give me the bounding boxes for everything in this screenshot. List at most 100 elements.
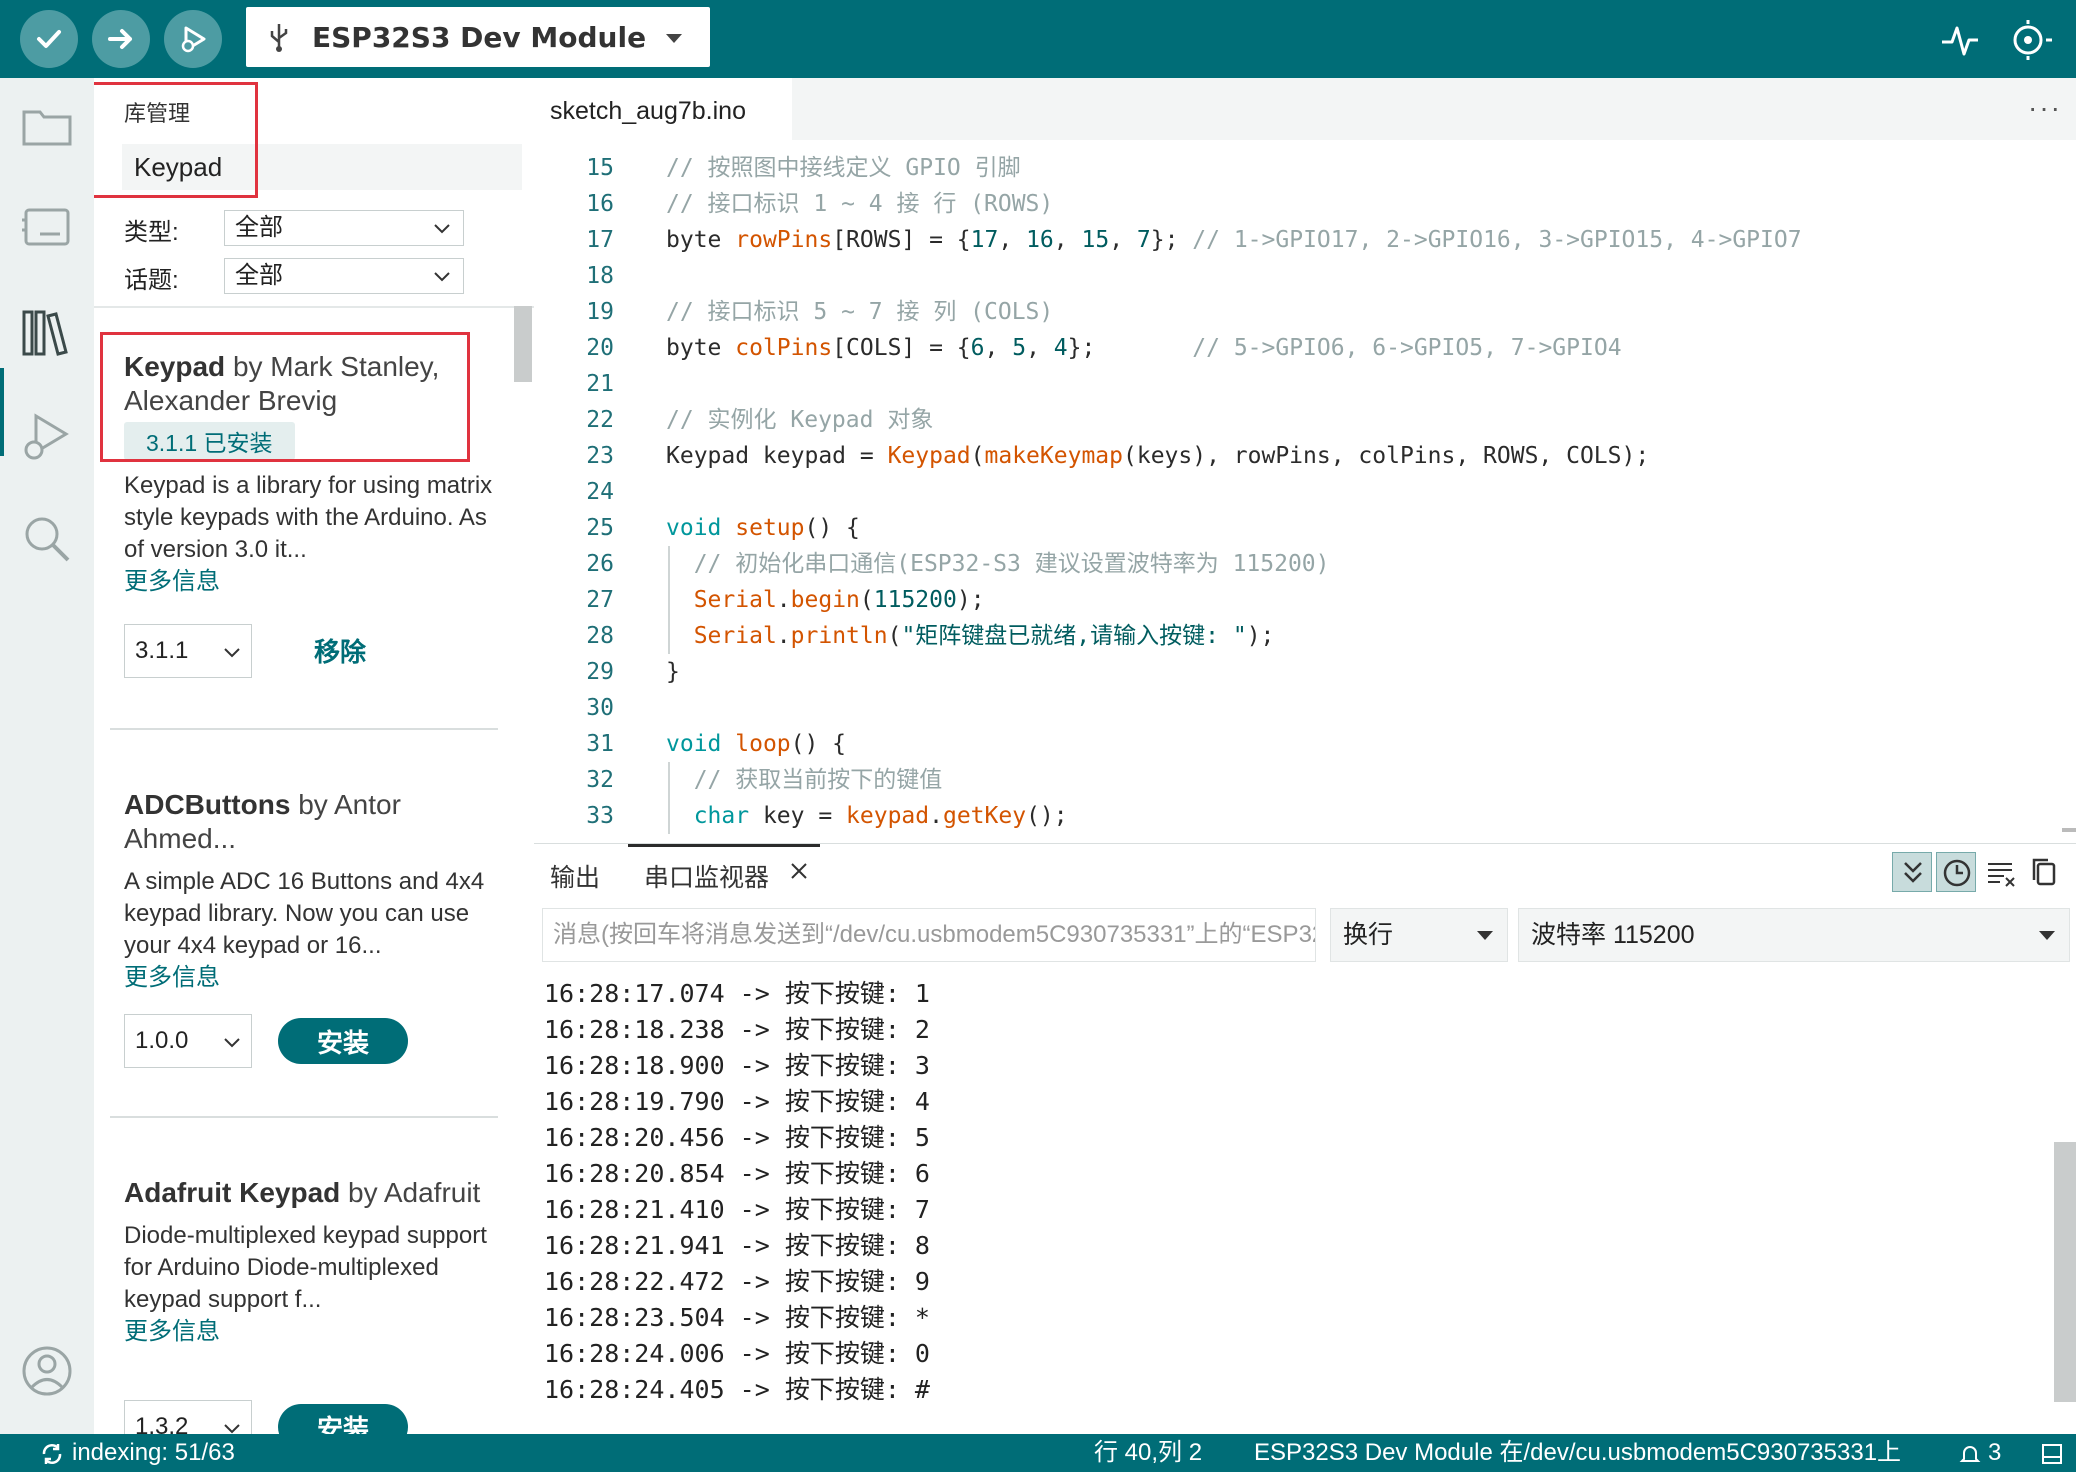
bottom-tabs: 输出 串口监视器 [534, 844, 2076, 894]
install-button[interactable]: 安装 [278, 1018, 408, 1064]
type-filter-label: 类型: [124, 219, 179, 246]
code-text: } [666, 659, 680, 685]
type-filter-select[interactable]: 全部 [224, 210, 464, 246]
top-toolbar: ESP32S3 Dev Module [0, 0, 2076, 78]
version-select[interactable]: 3.1.1 [124, 624, 252, 678]
editor-scrollbar[interactable] [2062, 828, 2076, 832]
line-number: 15 [586, 155, 614, 181]
notification-count: 3 [1988, 1439, 2002, 1466]
remove-button[interactable]: 移除 [314, 632, 366, 669]
line-number: 32 [586, 767, 614, 793]
board-port-status[interactable]: ESP32S3 Dev Module 在/dev/cu.usbmodem5C93… [1254, 1434, 1901, 1472]
more-icon[interactable]: ··· [2028, 92, 2062, 124]
bottom-panel: 输出 串口监视器 消息(按回车将消息发送到“/dev/cu.usbmodem5C… [534, 843, 2076, 1434]
version-value: 1.0.0 [135, 1027, 189, 1054]
autoscroll-toggle[interactable] [1892, 852, 1932, 892]
line-number: 30 [586, 695, 614, 721]
board-selector[interactable]: ESP32S3 Dev Module [246, 7, 710, 67]
code-area[interactable]: 15 // 按照图中接线定义 GPIO 引脚 16 // 接口标识 1 ~ 4 接 行… [534, 150, 2076, 840]
version-value: 3.1.1 [135, 637, 189, 664]
serial-plotter-icon[interactable] [1940, 20, 1980, 60]
close-icon[interactable] [790, 862, 808, 880]
line-number: 28 [586, 623, 614, 649]
line-ending-value: 换行 [1343, 921, 1394, 949]
account-icon[interactable] [18, 1342, 76, 1400]
chevron-down-icon [434, 272, 450, 282]
cursor-position[interactable]: 行 40,列 2 [1094, 1434, 1202, 1472]
line-number: 27 [586, 587, 614, 613]
tab-serial-monitor[interactable]: 串口监视器 [644, 858, 769, 894]
serial-line: 16:28:19.790 -> 按下按键: 4 [544, 1087, 930, 1116]
chevron-down-icon [2039, 931, 2055, 940]
upload-button[interactable] [92, 10, 150, 68]
debug-play-icon [181, 26, 206, 53]
library-scrollbar[interactable] [514, 306, 532, 382]
code-text: void loop() { [666, 731, 847, 757]
editor-tab-bar: sketch_aug7b.ino ··· [534, 78, 2076, 140]
line-number: 17 [586, 227, 614, 253]
more-info-link[interactable]: 更多信息 [124, 566, 504, 598]
serial-line: 16:28:17.074 -> 按下按键: 1 [544, 979, 930, 1008]
line-number: 26 [586, 551, 614, 577]
panel-divider [94, 306, 534, 308]
library-item-author: by Adafruit [348, 1177, 481, 1208]
indexing-status: indexing: 51/63 [72, 1439, 235, 1466]
notification-bell-icon[interactable] [1958, 1442, 1982, 1466]
line-number: 24 [586, 479, 614, 505]
version-select[interactable]: 1.3.2 [124, 1400, 252, 1434]
code-editor: sketch_aug7b.ino ··· 15 // 按照图中接线定义 GPIO … [534, 78, 2076, 843]
folder-icon[interactable] [18, 98, 76, 156]
serial-scrollbar[interactable] [2054, 1142, 2076, 1402]
panel-toggle-icon[interactable] [2040, 1442, 2064, 1466]
library-item-adcbuttons: ADCButtons by Antor Ahmed... A simple AD… [124, 788, 504, 994]
search-icon[interactable] [18, 510, 76, 568]
verify-button[interactable] [20, 10, 78, 68]
arrow-right-icon [108, 29, 132, 49]
install-button[interactable]: 安装 [278, 1404, 408, 1434]
line-ending-select[interactable]: 换行 [1330, 908, 1508, 962]
serial-message-input[interactable]: 消息(按回车将消息发送到“/dev/cu.usbmodem5C930735331… [542, 908, 1316, 962]
library-item-name: ADCButtons [124, 789, 291, 820]
chevron-down-icon [224, 648, 240, 658]
library-item-name: Adafruit Keypad [124, 1177, 341, 1208]
copy-icon [2032, 858, 2056, 886]
line-number: 25 [586, 515, 614, 541]
serial-monitor-icon[interactable] [2006, 18, 2054, 62]
code-text: void setup() { [666, 515, 860, 541]
version-select[interactable]: 1.0.0 [124, 1014, 252, 1068]
clear-output-button[interactable] [1980, 852, 2020, 892]
debug-button[interactable] [164, 10, 222, 68]
library-item-description: Diode-multiplexed keypad support for Ard… [124, 1222, 487, 1313]
topic-filter-select[interactable]: 全部 [224, 258, 464, 294]
highlight-box-search [94, 82, 258, 198]
debug-icon[interactable] [18, 408, 76, 466]
line-number: 16 [586, 191, 614, 217]
clear-lines-icon [1988, 863, 2015, 887]
type-filter-value: 全部 [235, 214, 283, 241]
timestamp-toggle[interactable] [1936, 852, 1976, 892]
baud-rate-select[interactable]: 波特率 115200 [1518, 908, 2070, 962]
code-text: // 接口标识 5 ~ 7 接 列 (COLS) [666, 299, 1054, 325]
clock-icon [1943, 859, 1971, 887]
checkmark-icon [37, 30, 61, 48]
active-indicator [0, 368, 4, 456]
line-number: 21 [586, 371, 614, 397]
serial-output[interactable]: 16:28:17.074 -> 按下按键: 1 16:28:18.238 -> 按… [544, 976, 2044, 1426]
usb-icon [270, 24, 288, 52]
tab-output[interactable]: 输出 [550, 858, 600, 894]
more-info-link[interactable]: 更多信息 [124, 1316, 504, 1348]
line-number: 23 [586, 443, 614, 469]
serial-line: 16:28:23.504 -> 按下按键: * [544, 1303, 930, 1332]
more-info-link[interactable]: 更多信息 [124, 962, 504, 994]
code-text: // 接口标识 1 ~ 4 接 行 (ROWS) [666, 191, 1054, 217]
version-value: 1.3.2 [135, 1413, 189, 1434]
code-text: // 按照图中接线定义 GPIO 引脚 [666, 155, 1021, 181]
board-manager-icon[interactable] [18, 198, 76, 256]
tab-sketch[interactable]: sketch_aug7b.ino [534, 78, 792, 140]
serial-line: 16:28:20.456 -> 按下按键: 5 [544, 1123, 930, 1152]
copy-output-button[interactable] [2024, 852, 2064, 892]
library-icon[interactable] [18, 304, 76, 362]
serial-line: 16:28:20.854 -> 按下按键: 6 [544, 1159, 930, 1188]
line-number: 18 [586, 263, 614, 289]
chevron-down-icon [434, 224, 450, 234]
